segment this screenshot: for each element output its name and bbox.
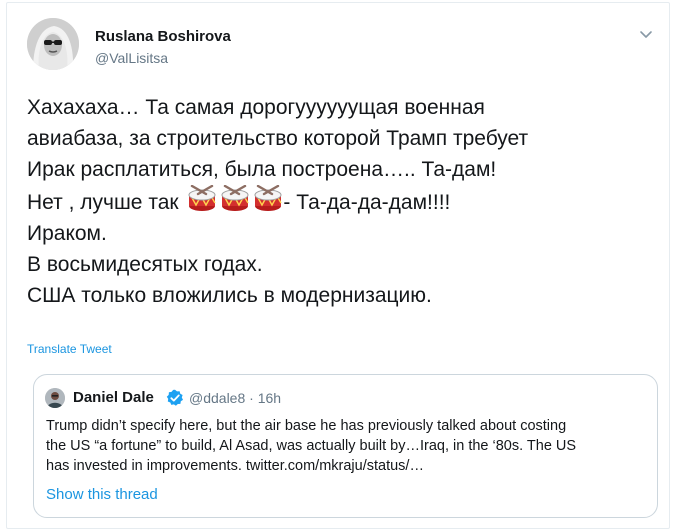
quoted-author-handle[interactable]: @ddale8: [189, 390, 245, 406]
drum-emoji-group: [187, 185, 283, 213]
author-name[interactable]: Ruslana Boshirova: [95, 28, 231, 45]
author-avatar[interactable]: [27, 18, 79, 70]
quoted-timestamp[interactable]: 16h: [258, 390, 281, 406]
meta-separator: ·: [249, 390, 254, 406]
drum-emoji: [188, 185, 217, 211]
chevron-down-icon[interactable]: [636, 27, 656, 43]
tweet-text-line-with-emoji: Нет , лучше так - Та-да-да-дам!!!!: [27, 185, 657, 218]
tweet-text-line: В восьмидесятых годах.: [27, 253, 263, 276]
quoted-text-line: the US “a fortune” to build, Al Asad, wa…: [46, 438, 577, 454]
tweet-text-segment: Нет , лучше так: [27, 191, 179, 214]
tweet-text: Хахахаха… Та самая дорогуууууущая военна…: [27, 92, 657, 311]
quoted-tweet-text: Trump didn’t specify here, but the air b…: [46, 416, 646, 476]
quoted-tweet-card[interactable]: Daniel Dale @ddale8 · 16h Trump didn’t s…: [33, 374, 658, 518]
tweet-card: Ruslana Boshirova @ValLisitsa Хахахаха… …: [6, 2, 670, 529]
author-handle[interactable]: @ValLisitsa: [95, 50, 168, 66]
translate-tweet-link[interactable]: Translate Tweet: [27, 342, 112, 356]
verified-badge-icon: [166, 389, 184, 407]
drum-emoji: [254, 185, 283, 211]
quoted-author-name[interactable]: Daniel Dale: [73, 389, 154, 406]
tweet-text-line: США только вложились в модернизацию.: [27, 284, 432, 307]
quoted-meta: @ddale8 · 16h: [189, 390, 281, 406]
tweet-text-line: Ирак расплатиться, была построена….. Та-…: [27, 158, 497, 181]
tweet-text-segment: - Та-да-да-дам!!!!: [283, 191, 451, 214]
tweet-text-line: Ираком.: [27, 222, 107, 245]
quoted-author-avatar[interactable]: [45, 388, 65, 408]
quoted-text-line: Trump didn’t specify here, but the air b…: [46, 418, 567, 434]
tweet-text-line: авиабаза, за строительство которой Трамп…: [27, 127, 529, 150]
tweet-text-line: Хахахаха… Та самая дорогуууууущая военна…: [27, 96, 485, 119]
show-thread-link[interactable]: Show this thread: [46, 486, 158, 503]
quoted-text-line: has invested in improvements. twitter.co…: [46, 458, 424, 474]
drum-emoji: [221, 185, 250, 211]
